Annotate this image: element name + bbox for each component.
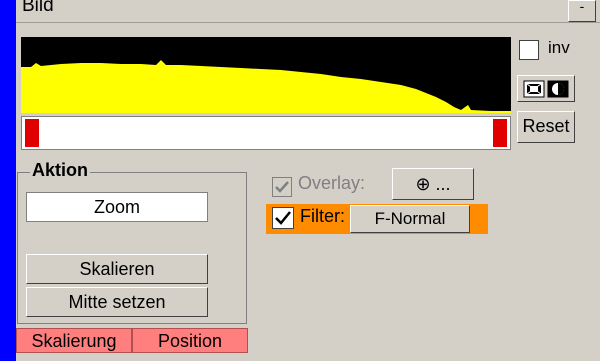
collapse-button[interactable]: - [568,0,596,22]
tab-skalierung[interactable]: Skalierung [16,328,132,353]
histogram-chart [21,37,511,113]
range-handle-max[interactable] [493,119,507,147]
filter-checkbox[interactable] [272,207,294,229]
tab-strip: Skalierung Position [16,328,248,353]
pattern-icon [523,80,545,97]
histogram-display [21,37,511,113]
invert-mode-button[interactable] [517,75,575,102]
checkmark-icon [275,181,289,193]
filter-select-button[interactable]: F-Normal [350,205,470,233]
tab-position[interactable]: Position [132,328,248,353]
aktion-legend: Aktion [30,160,90,181]
overlay-label: Overlay: [298,173,366,193]
overlay-checkbox[interactable] [272,177,292,197]
action-mode-field[interactable]: Zoom [26,192,208,222]
panel-title: Bild [22,0,54,16]
panel-titlebar: Bild - [16,0,600,23]
checkmark-icon [275,211,291,225]
filter-label: Filter: [300,206,345,226]
contrast-icon [547,80,569,97]
bild-panel: Bild - inv Reset Aktion Zoom Skalieren M… [16,0,600,361]
range-handle-min[interactable] [25,119,39,147]
inv-label: inv [548,38,570,57]
mitte-setzen-button[interactable]: Mitte setzen [26,287,208,317]
reset-button[interactable]: Reset [517,111,575,143]
range-slider[interactable] [21,116,511,150]
inv-checkbox[interactable] [519,40,539,60]
skalieren-button[interactable]: Skalieren [26,254,208,284]
overlay-options-button[interactable]: ⊕ ... [392,168,474,200]
